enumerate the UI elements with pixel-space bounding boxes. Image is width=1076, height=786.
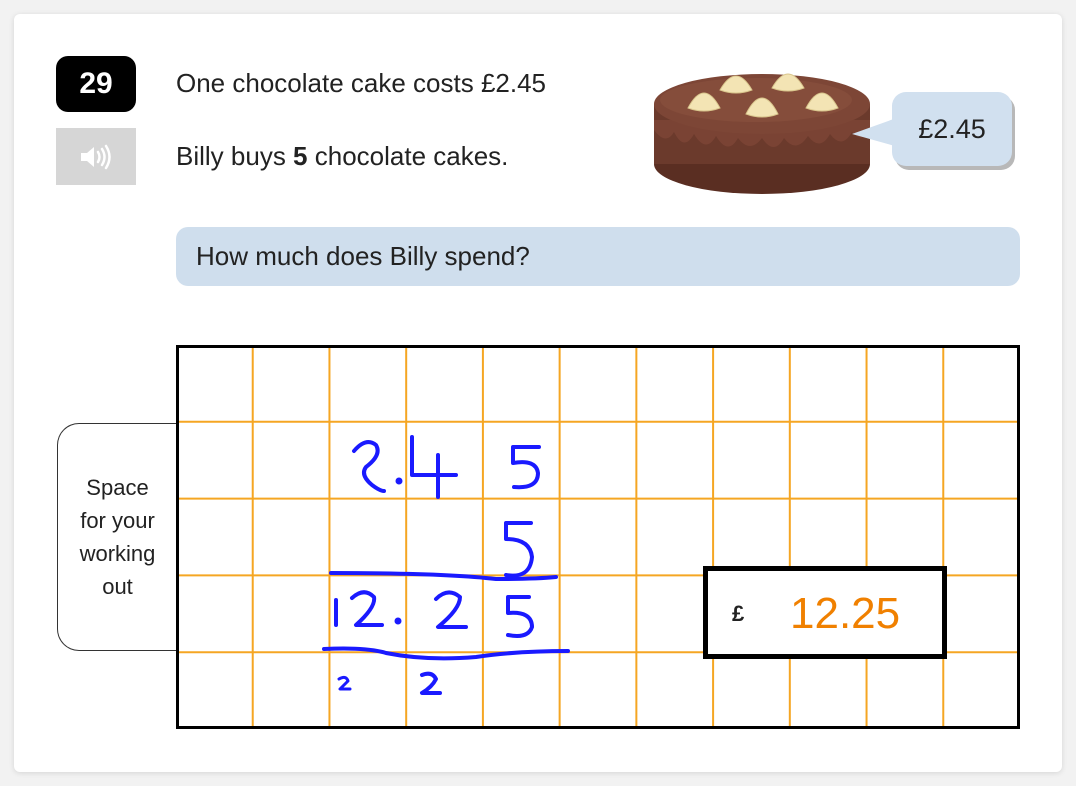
grid-lines [176, 345, 1020, 729]
hw-carry-2 [420, 671, 442, 695]
hw-digit-2 [350, 590, 384, 627]
hw-digit-5 [506, 595, 534, 638]
label-line: out [102, 574, 133, 599]
answer-input[interactable] [788, 585, 942, 643]
handwritten-working [322, 435, 570, 695]
speaker-icon [81, 144, 111, 169]
question-line-2: Billy buys 5 chocolate cakes. [176, 141, 508, 172]
hw-decimal [394, 617, 402, 625]
hw-decimal [395, 477, 403, 485]
hw-digit-2 [352, 440, 386, 493]
grid-border [176, 345, 1020, 729]
question-number: 29 [79, 67, 113, 100]
hw-digit-4 [410, 435, 458, 499]
hw-carry-2 [337, 675, 352, 691]
question-line-1: One chocolate cake costs £2.45 [176, 68, 547, 98]
line2-suffix: chocolate cakes. [307, 141, 509, 171]
working-out-label: Space for your working out [57, 423, 177, 651]
working-out-grid[interactable] [176, 345, 1020, 729]
answer-box: £ [703, 566, 947, 659]
hw-underline [322, 646, 570, 661]
label-line: working [79, 541, 156, 566]
line2-prefix: Billy buys [176, 141, 294, 171]
hw-digit-5 [511, 445, 541, 490]
hw-digit-5 [504, 521, 534, 578]
price-bubble-text: £2.45 [918, 113, 986, 144]
label-line: for your [80, 508, 155, 533]
cake-count: 5 [293, 141, 308, 171]
currency-symbol: £ [732, 601, 745, 626]
question-number-badge: 29 [56, 56, 136, 112]
question-prompt: How much does Billy spend? [176, 227, 1020, 286]
label-line: Space [86, 475, 149, 500]
audio-button[interactable] [56, 128, 136, 185]
chocolate-cake-image [654, 73, 870, 194]
question-prompt-text: How much does Billy spend? [196, 241, 530, 271]
price-bubble: £2.45 [892, 92, 1012, 166]
hw-digit-2 [434, 590, 468, 629]
